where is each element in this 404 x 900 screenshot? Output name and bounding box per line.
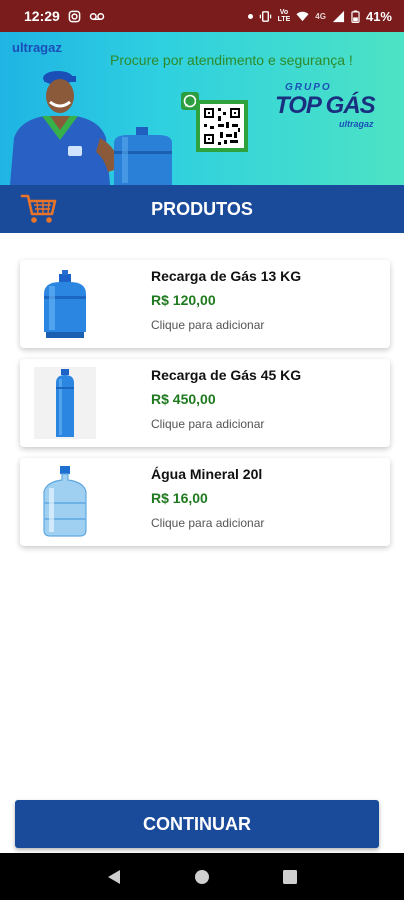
back-button[interactable]: [104, 867, 124, 887]
product-name: Água Mineral 20l: [151, 466, 263, 482]
battery-icon: [351, 9, 360, 23]
dot-icon: [247, 13, 253, 19]
vibrate-icon: [259, 10, 271, 22]
banner-headline: Procure por atendimento e segurança !: [110, 52, 353, 68]
product-price: R$ 16,00: [151, 490, 208, 506]
back-triangle-icon: [108, 869, 120, 884]
product-card-gas-13kg[interactable]: Recarga de Gás 13 KG R$ 120,00 Clique pa…: [20, 260, 390, 348]
volte-icon: Vo LTE: [277, 9, 291, 23]
gas-cylinder-45kg-image: [34, 367, 96, 439]
signal-icon: [332, 10, 345, 22]
instagram-icon: [68, 10, 81, 22]
home-button[interactable]: [192, 867, 212, 887]
android-nav-bar: [0, 853, 404, 900]
gas-cylinder-illustration: [114, 127, 172, 185]
shopping-cart-icon[interactable]: [20, 192, 58, 226]
wifi-icon: [296, 11, 309, 21]
product-price: R$ 120,00: [151, 292, 216, 308]
product-card-gas-45kg[interactable]: Recarga de Gás 45 KG R$ 450,00 Clique pa…: [20, 359, 390, 447]
qr-code: [196, 100, 248, 152]
top-gas-logo: GRUPO TOP GÁS ultragaz: [275, 82, 376, 129]
continue-button[interactable]: CONTINUAR: [15, 800, 379, 848]
voicemail-icon: [89, 12, 105, 20]
promo-banner: ultragaz Procure por atendimento e segur…: [0, 32, 404, 185]
gas-cylinder-13kg-image: [44, 270, 86, 338]
page-title: PRODUTOS: [151, 198, 253, 219]
product-price: R$ 450,00: [151, 391, 216, 407]
status-time: 12:29: [24, 8, 60, 24]
product-hint: Clique para adicionar: [151, 318, 265, 332]
battery-percent: 41%: [365, 8, 392, 24]
water-jug-20l-image: [43, 466, 87, 537]
home-circle-icon: [195, 869, 209, 884]
product-card-water-20l[interactable]: Água Mineral 20l R$ 16,00 Clique para ad…: [20, 458, 390, 546]
network-label: 4G: [315, 11, 326, 21]
recents-button[interactable]: [280, 867, 300, 887]
product-hint: Clique para adicionar: [151, 417, 265, 431]
recents-square-icon: [283, 869, 297, 884]
product-name: Recarga de Gás 13 KG: [151, 268, 302, 284]
product-hint: Clique para adicionar: [151, 516, 265, 530]
product-name: Recarga de Gás 45 KG: [151, 367, 302, 383]
status-bar: 12:29 Vo LTE 4G 41%: [0, 0, 404, 32]
products-header: PRODUTOS: [0, 185, 404, 233]
ultragaz-logo: ultragaz: [12, 40, 62, 55]
